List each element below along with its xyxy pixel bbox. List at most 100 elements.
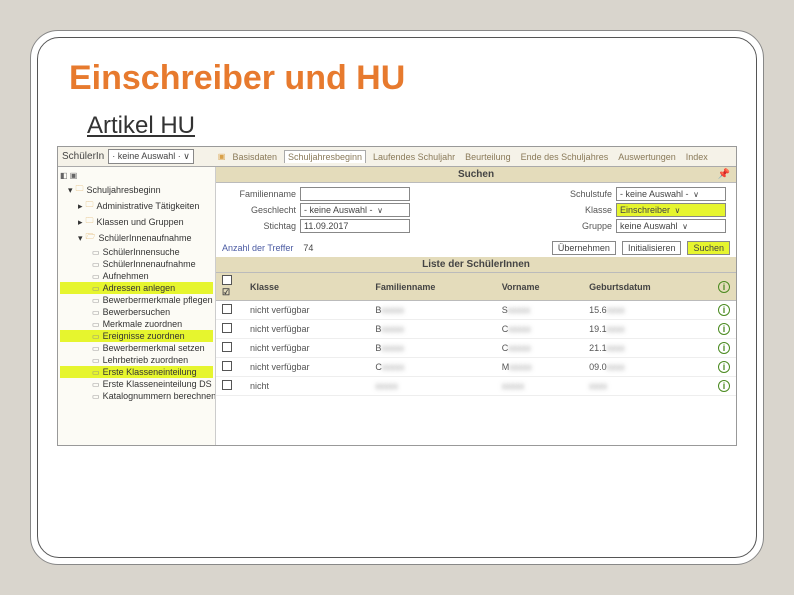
schueler-dropdown[interactable]: · keine Auswahl · ∨ (108, 149, 194, 164)
page-icon: ▭ (92, 368, 100, 377)
tree-item[interactable]: ▭ SchülerInnensuche (60, 246, 213, 258)
tree-folder-aufnahme[interactable]: ▾ 🗁 SchülerInnenaufnahme (60, 230, 213, 246)
row-checkbox[interactable] (222, 342, 232, 352)
geschlecht-select[interactable]: - keine Auswahl - ∨ (300, 203, 410, 217)
cell-vorname: Cxxxxx (496, 320, 583, 339)
expand-icon: ▸ (78, 217, 83, 228)
cell-geburt: xxxx (583, 377, 712, 396)
klasse-label: Klasse (542, 205, 612, 215)
cell-geburt: 19.1xxxx (583, 320, 712, 339)
table-row[interactable]: nichtxxxxxxxxxxxxxxi (216, 377, 736, 396)
pin-icon[interactable]: 📌 (718, 169, 730, 180)
info-icon[interactable]: i (718, 323, 730, 335)
cell-familienname: Cxxxxx (369, 358, 495, 377)
gruppe-select[interactable]: keine Auswahl ∨ (616, 219, 726, 233)
gruppe-label: Gruppe (542, 221, 612, 231)
sidebar-tree: ◧ ▣ ▾ 🗀 Schuljahresbeginn ▸ 🗀 Administra… (58, 167, 216, 445)
cell-klasse: nicht verfügbar (244, 320, 369, 339)
tab-basisdaten[interactable]: Basisdaten (229, 151, 280, 163)
tree-item[interactable]: ▭ Erste Klasseneinteilung DS (60, 378, 213, 390)
table-row[interactable]: nicht verfügbarBxxxxxCxxxxx21.1xxxxi (216, 339, 736, 358)
row-checkbox[interactable] (222, 380, 232, 390)
col-klasse[interactable]: Klasse (244, 273, 369, 301)
folder-icon: 🗀 (76, 183, 84, 197)
schueler-label: SchülerIn (62, 151, 104, 162)
cell-klasse: nicht (244, 377, 369, 396)
familienname-input[interactable] (300, 187, 410, 201)
tree-folder-admin[interactable]: ▸ 🗀 Administrative Tätigkeiten (60, 198, 213, 214)
slide-subtitle[interactable]: Artikel HU (87, 112, 737, 140)
tree-item[interactable]: ▭ Katalognummern berechnen (60, 390, 213, 402)
table-row[interactable]: nicht verfügbarCxxxxxMxxxxx09.0xxxx i (216, 358, 736, 377)
tree-item[interactable]: ▭ Adressen anlegen (60, 282, 213, 294)
col-info: i (712, 273, 736, 301)
page-icon: ▭ (92, 392, 100, 401)
page-icon: ▭ (92, 260, 100, 269)
folder-icon: 🗀 (86, 199, 94, 213)
stichtag-input[interactable]: 11.09.2017 (300, 219, 410, 233)
tree-item[interactable]: ▭ Erste Klasseneinteilung (60, 366, 213, 378)
tree-item[interactable]: ▭ Aufnehmen (60, 270, 213, 282)
tree-item[interactable]: ▭ Bewerbermerkmale pflegen (60, 294, 213, 306)
tab-index[interactable]: Index (683, 151, 711, 163)
tree-item[interactable]: ▭ Ereignisse zuordnen (60, 330, 213, 342)
cell-vorname: xxxxx (496, 377, 583, 396)
page-icon: ▭ (92, 320, 100, 329)
cell-klasse: nicht verfügbar (244, 301, 369, 320)
table-row[interactable]: nicht verfügbarBxxxxxSxxxxx15.6xxxxi (216, 301, 736, 320)
select-all-checkbox[interactable] (222, 275, 232, 285)
initialisieren-button[interactable]: Initialisieren (622, 241, 682, 255)
cell-familienname: Bxxxxx (369, 339, 495, 358)
tab-laufendes[interactable]: Laufendes Schuljahr (370, 151, 458, 163)
col-geburtsdatum[interactable]: Geburtsdatum (583, 273, 712, 301)
folder-icon: 🗀 (86, 215, 94, 229)
uebernehmen-button[interactable]: Übernehmen (552, 241, 616, 255)
cell-vorname: Mxxxxx (496, 358, 583, 377)
tree-item[interactable]: ▭ Lehrbetrieb zuordnen (60, 354, 213, 366)
cell-klasse: nicht verfügbar (244, 339, 369, 358)
tab-schuljahresbeginn[interactable]: Schuljahresbeginn (284, 150, 366, 163)
cell-klasse: nicht verfügbar (244, 358, 369, 377)
tree-item[interactable]: ▭ Bewerbersuchen (60, 306, 213, 318)
cell-familienname: xxxxx (369, 377, 495, 396)
tree-item[interactable]: ▭ Merkmale zuordnen (60, 318, 213, 330)
cell-geburt: 09.0xxxx (583, 358, 712, 377)
klasse-select[interactable]: Einschreiber ∨ (616, 203, 726, 217)
tree-toggles[interactable]: ◧ ▣ (60, 171, 213, 180)
page-icon: ▭ (92, 380, 100, 389)
tab-ende[interactable]: Ende des Schuljahres (518, 151, 612, 163)
page-icon: ▭ (92, 272, 100, 281)
col-familienname[interactable]: Familienname (369, 273, 495, 301)
tree-item[interactable]: ▭ Bewerbermerkmal setzen (60, 342, 213, 354)
tree-folder-klassen[interactable]: ▸ 🗀 Klassen und Gruppen (60, 214, 213, 230)
page-icon: ▭ (92, 248, 100, 257)
table-row[interactable]: nicht verfügbarBxxxxxCxxxxx19.1xxxx i (216, 320, 736, 339)
row-checkbox[interactable] (222, 323, 232, 333)
tab-beurteilung[interactable]: Beurteilung (462, 151, 514, 163)
suchen-button[interactable]: Suchen (687, 241, 730, 255)
tree-item[interactable]: ▭ SchülerInnenaufnahme (60, 258, 213, 270)
tree-root[interactable]: ▾ 🗀 Schuljahresbeginn (60, 182, 213, 198)
info-icon[interactable]: i (718, 380, 730, 392)
tab-auswertungen[interactable]: Auswertungen (615, 151, 679, 163)
cell-geburt: 21.1xxxx (583, 339, 712, 358)
row-checkbox[interactable] (222, 361, 232, 371)
content-pane: Suchen 📌 Familienname Geschlecht - keine… (216, 167, 736, 445)
familienname-label: Familienname (226, 189, 296, 199)
expand-icon: ▾ (78, 233, 83, 244)
page-icon: ▭ (92, 332, 100, 341)
cell-familienname: Bxxxxx (369, 320, 495, 339)
tab-bar: ▣ Basisdaten Schuljahresbeginn Laufendes… (218, 150, 711, 163)
info-icon[interactable]: i (718, 304, 730, 316)
info-icon[interactable]: i (718, 342, 730, 354)
info-icon[interactable]: i (718, 281, 730, 293)
col-vorname[interactable]: Vorname (496, 273, 583, 301)
folder-icon: ▣ (218, 152, 226, 161)
row-checkbox[interactable] (222, 304, 232, 314)
info-icon[interactable]: i (718, 361, 730, 373)
page-icon: ▭ (92, 308, 100, 317)
page-icon: ▭ (92, 356, 100, 365)
treffer-count: 74 (303, 243, 313, 253)
schulstufe-select[interactable]: - keine Auswahl - ∨ (616, 187, 726, 201)
expand-icon: ▸ (78, 201, 83, 212)
